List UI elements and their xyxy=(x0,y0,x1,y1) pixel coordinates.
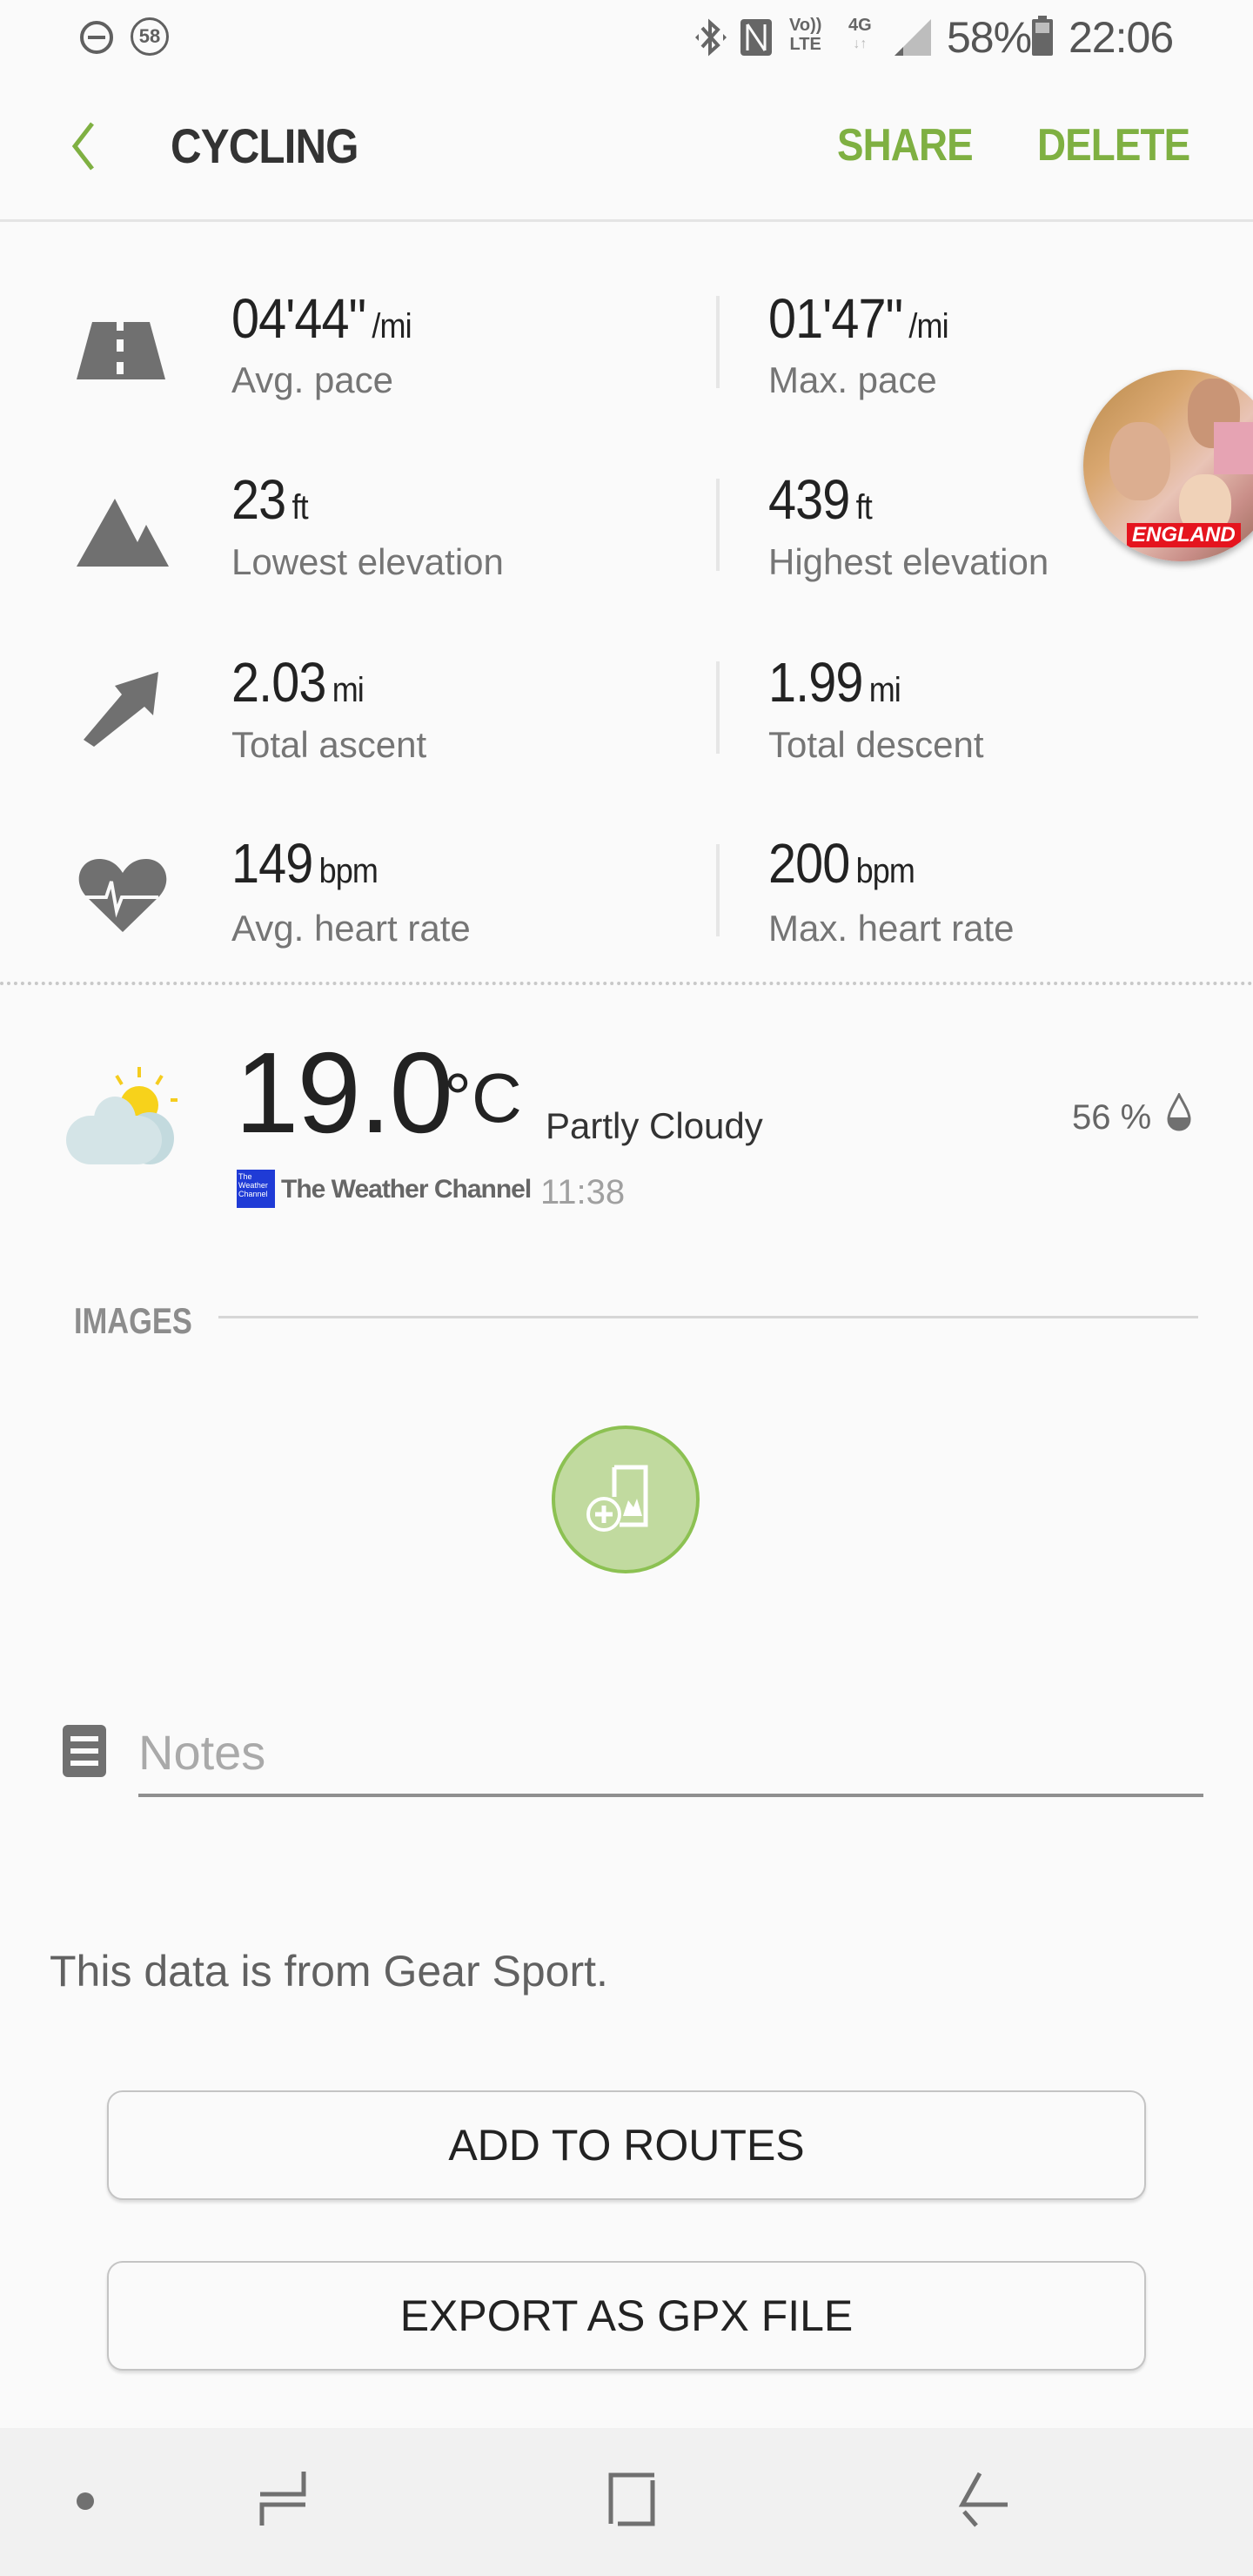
page-title: CYCLING xyxy=(171,118,358,173)
profile-avatar[interactable]: ENGLAND xyxy=(1083,370,1253,561)
do-not-disturb-icon xyxy=(80,21,113,54)
notification-count: 58 xyxy=(138,25,161,47)
lowest-elevation-value: 23 ft xyxy=(231,468,309,531)
recent-apps-icon[interactable] xyxy=(257,2470,309,2527)
partly-cloudy-icon xyxy=(66,1067,178,1164)
road-icon xyxy=(77,322,165,379)
share-button[interactable]: SHARE xyxy=(837,119,974,171)
column-divider xyxy=(716,661,720,754)
avg-heart-rate-value: 149 bpm xyxy=(231,832,379,895)
notes-icon xyxy=(63,1725,106,1777)
volte-icon: Vo)) LTE xyxy=(789,16,822,54)
total-descent-value: 1.99 mi xyxy=(768,651,901,714)
images-section-line xyxy=(218,1316,1198,1318)
lowest-elevation-label: Lowest elevation xyxy=(231,541,504,582)
nfc-icon xyxy=(740,19,772,56)
notification-count-icon: 58 xyxy=(131,17,169,56)
back-chevron-icon[interactable] xyxy=(66,120,101,172)
column-divider xyxy=(716,479,720,571)
max-heart-rate-label: Max. heart rate xyxy=(768,908,1015,949)
bluetooth-icon xyxy=(695,18,727,57)
data-source-text: This data is from Gear Sport. xyxy=(50,1947,608,1996)
temperature-value: 19.0 xyxy=(235,1029,453,1157)
back-icon[interactable] xyxy=(957,2470,1009,2527)
mountain-icon xyxy=(77,499,169,567)
add-image-button[interactable] xyxy=(552,1426,700,1573)
max-pace-value: 01'47"/mi xyxy=(768,287,949,350)
humidity-value: 56 % xyxy=(1072,1098,1152,1137)
export-gpx-button[interactable]: EXPORT AS GPX FILE xyxy=(107,2261,1146,2371)
weather-channel-logo: The Weather Channel xyxy=(237,1170,275,1208)
weather-provider: The Weather Channel xyxy=(281,1175,532,1204)
heart-rate-icon xyxy=(78,859,167,932)
status-bar: 58 Vo)) LTE 4G ↓↑ 58% 22:06 xyxy=(0,0,1253,74)
nav-dot[interactable] xyxy=(77,2492,94,2510)
avg-pace-value: 04'44"/mi xyxy=(231,287,412,350)
temperature-unit: °C xyxy=(444,1059,522,1137)
avg-heart-rate-label: Avg. heart rate xyxy=(231,908,471,949)
avg-pace-label: Avg. pace xyxy=(231,359,394,400)
weather-time: 11:38 xyxy=(540,1173,626,1211)
4g-data-icon: 4G ↓↑ xyxy=(848,16,872,51)
avatar-caption: ENGLAND xyxy=(1127,523,1241,547)
humidity-drop-icon xyxy=(1167,1093,1191,1131)
highest-elevation-label: Highest elevation xyxy=(768,541,1049,582)
notes-input[interactable] xyxy=(138,1710,1203,1797)
max-heart-rate-value: 200 bpm xyxy=(768,832,915,895)
column-divider xyxy=(716,844,720,936)
ascent-arrow-icon xyxy=(84,672,158,747)
highest-elevation-value: 439 ft xyxy=(768,468,873,531)
add-to-routes-button[interactable]: ADD TO ROUTES xyxy=(107,2090,1146,2200)
section-divider xyxy=(0,982,1253,985)
battery-icon xyxy=(1032,16,1053,56)
total-ascent-label: Total ascent xyxy=(231,724,427,765)
max-pace-label: Max. pace xyxy=(768,359,937,400)
navigation-bar xyxy=(0,2428,1253,2576)
column-divider xyxy=(716,296,720,388)
signal-icon xyxy=(895,19,931,56)
battery-percent: 58% xyxy=(947,13,1032,62)
delete-button[interactable]: DELETE xyxy=(1037,119,1190,171)
home-icon[interactable] xyxy=(606,2470,658,2527)
add-image-icon xyxy=(586,1465,648,1532)
clock: 22:06 xyxy=(1069,13,1174,62)
images-section-label: IMAGES xyxy=(74,1300,192,1341)
weather-condition: Partly Cloudy xyxy=(546,1105,763,1146)
total-descent-label: Total descent xyxy=(768,724,984,765)
total-ascent-value: 2.03 mi xyxy=(231,651,365,714)
